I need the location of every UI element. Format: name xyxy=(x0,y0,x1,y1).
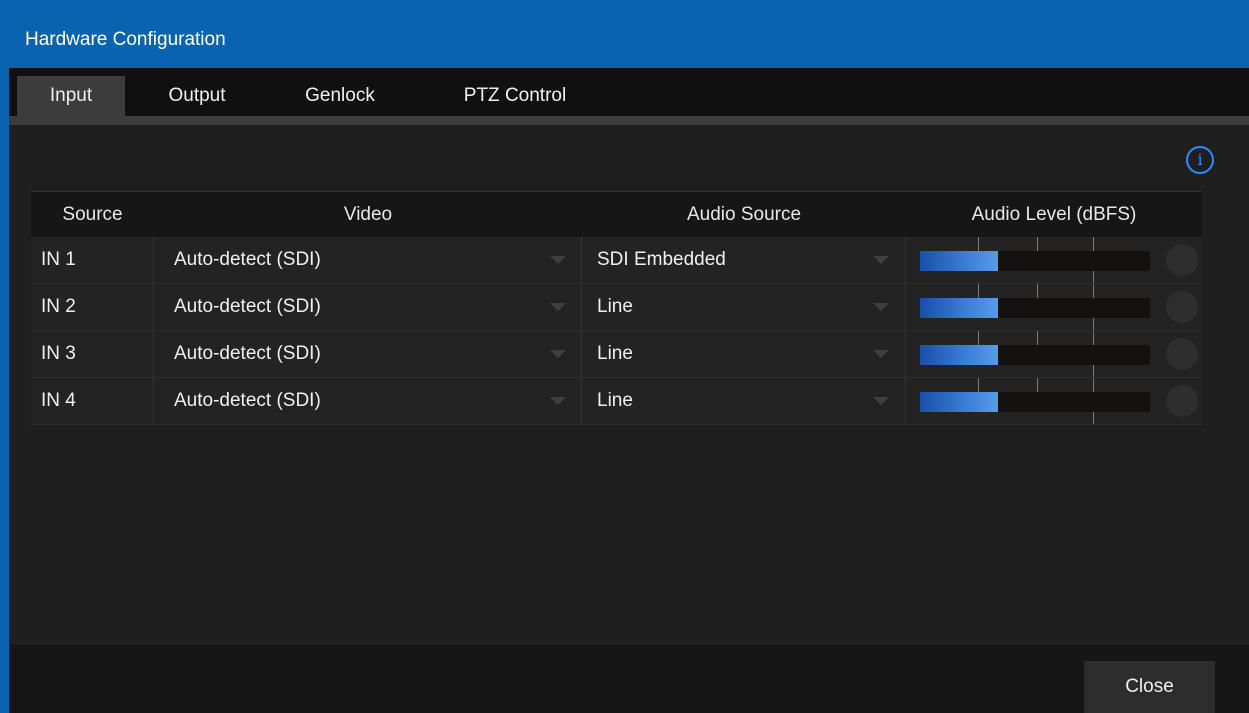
dialog-title: Hardware Configuration xyxy=(25,29,226,50)
source-cell: IN 4 xyxy=(31,378,154,424)
audio-source-select-value: Line xyxy=(597,343,633,364)
meter-tick xyxy=(1093,331,1094,345)
audio-gain-knob[interactable] xyxy=(1166,385,1198,417)
meter-tick xyxy=(1037,237,1038,251)
chevron-down-icon xyxy=(873,303,889,311)
meter-tick xyxy=(1037,284,1038,298)
header-video: Video xyxy=(343,204,393,225)
tab-bar: Input Output Genlock PTZ Control xyxy=(9,68,1249,116)
audio-source-select[interactable]: Line xyxy=(582,284,906,330)
video-select-value: Auto-detect (SDI) xyxy=(174,249,321,270)
table-row: IN 3 Auto-detect (SDI) Line xyxy=(31,331,1202,378)
source-cell: IN 1 xyxy=(31,237,154,283)
audio-level-meter xyxy=(920,237,1202,283)
meter-tick xyxy=(978,331,979,345)
audio-gain-knob[interactable] xyxy=(1166,244,1198,276)
table-row: IN 2 Auto-detect (SDI) Line xyxy=(31,284,1202,331)
tab-output[interactable]: Output xyxy=(143,76,251,116)
audio-level-meter xyxy=(920,284,1202,330)
meter-fill xyxy=(920,251,999,271)
meter-tick xyxy=(1093,284,1094,298)
meter-tick xyxy=(1037,331,1038,345)
audio-source-select-value: Line xyxy=(597,296,633,317)
meter-tick xyxy=(1093,318,1094,330)
meter-fill xyxy=(920,298,999,318)
meter-tick xyxy=(978,237,979,251)
table-header: Source Video Audio Source Audio Level (d… xyxy=(31,191,1202,237)
audio-source-select-value: Line xyxy=(597,390,633,411)
chevron-down-icon xyxy=(873,350,889,358)
meter-fill xyxy=(920,392,999,412)
meter-fill xyxy=(920,345,999,365)
meter-tick xyxy=(1093,271,1094,283)
tab-genlock[interactable]: Genlock xyxy=(285,76,395,116)
audio-source-select[interactable]: Line xyxy=(582,331,906,377)
meter-tick xyxy=(1037,378,1038,392)
hardware-configuration-dialog: Hardware Configuration Input Output Genl… xyxy=(0,0,1249,713)
header-audio-level: Audio Level (dBFS) xyxy=(971,204,1137,225)
chevron-down-icon xyxy=(550,397,566,405)
dialog-footer xyxy=(9,645,1249,713)
chevron-down-icon xyxy=(873,397,889,405)
meter-tick xyxy=(1093,412,1094,424)
chevron-down-icon xyxy=(550,350,566,358)
video-select[interactable]: Auto-detect (SDI) xyxy=(155,237,582,283)
video-select[interactable]: Auto-detect (SDI) xyxy=(155,331,582,377)
meter-tick xyxy=(978,378,979,392)
meter-tick xyxy=(1093,365,1094,377)
chevron-down-icon xyxy=(550,256,566,264)
audio-gain-knob[interactable] xyxy=(1166,291,1198,323)
table-row: IN 4 Auto-detect (SDI) Line xyxy=(31,378,1202,425)
header-source: Source xyxy=(62,204,123,225)
tab-input[interactable]: Input xyxy=(17,76,125,116)
meter-tick xyxy=(1093,237,1094,251)
info-icon[interactable]: i xyxy=(1186,146,1214,174)
meter-tick xyxy=(1093,378,1094,392)
tab-ptz-control[interactable]: PTZ Control xyxy=(441,76,589,116)
chevron-down-icon xyxy=(873,256,889,264)
meter-track xyxy=(920,251,1150,271)
header-audio-source: Audio Source xyxy=(686,204,802,225)
tab-underline xyxy=(9,116,1249,125)
meter-track xyxy=(920,345,1150,365)
close-button[interactable]: Close xyxy=(1084,661,1215,713)
window-border xyxy=(0,68,9,713)
audio-level-meter xyxy=(920,331,1202,377)
video-select-value: Auto-detect (SDI) xyxy=(174,296,321,317)
source-cell: IN 3 xyxy=(31,331,154,377)
meter-track xyxy=(920,298,1150,318)
meter-track xyxy=(920,392,1150,412)
video-select[interactable]: Auto-detect (SDI) xyxy=(155,284,582,330)
title-bar: Hardware Configuration xyxy=(0,0,1249,68)
audio-source-select[interactable]: Line xyxy=(582,378,906,424)
video-select[interactable]: Auto-detect (SDI) xyxy=(155,378,582,424)
video-select-value: Auto-detect (SDI) xyxy=(174,343,321,364)
video-select-value: Auto-detect (SDI) xyxy=(174,390,321,411)
audio-source-select-value: SDI Embedded xyxy=(597,249,726,270)
chevron-down-icon xyxy=(550,303,566,311)
meter-tick xyxy=(978,284,979,298)
audio-level-meter xyxy=(920,378,1202,424)
audio-gain-knob[interactable] xyxy=(1166,338,1198,370)
table-row: IN 1 Auto-detect (SDI) SDI Embedded xyxy=(31,237,1202,284)
audio-source-select[interactable]: SDI Embedded xyxy=(582,237,906,283)
source-cell: IN 2 xyxy=(31,284,154,330)
